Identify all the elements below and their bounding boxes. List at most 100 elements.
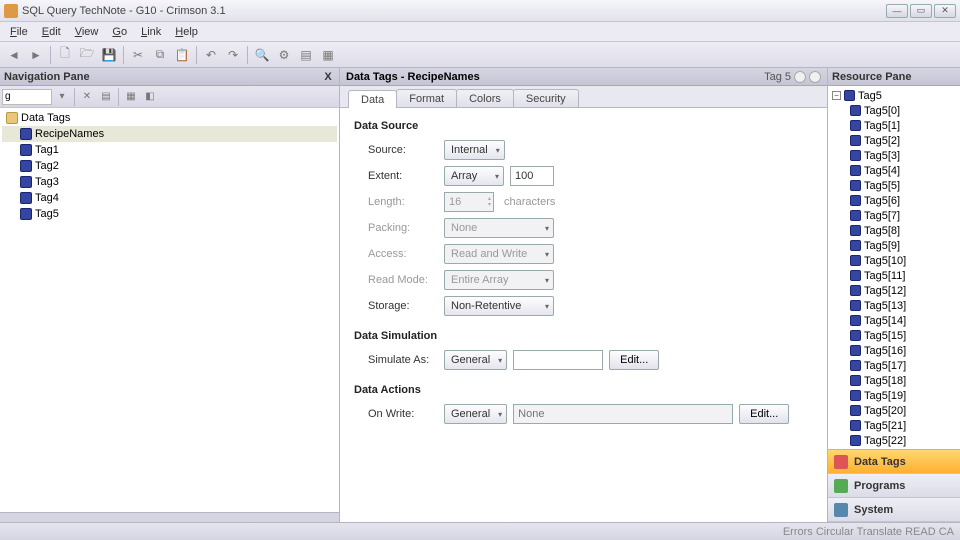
tool2-icon[interactable]: ▤: [296, 45, 316, 65]
tag-icon: [850, 285, 861, 296]
nav-t2-icon[interactable]: ▤: [97, 88, 115, 106]
resource-item[interactable]: Tag5[4]: [830, 163, 958, 178]
minimize-button[interactable]: —: [886, 4, 908, 18]
tag-icon: [850, 435, 861, 446]
maximize-button[interactable]: ▭: [910, 4, 932, 18]
nav-filter-input[interactable]: [2, 89, 52, 105]
menu-help[interactable]: Help: [169, 24, 204, 40]
nav-tree-root[interactable]: Data Tags: [2, 110, 337, 126]
simulate-input[interactable]: [513, 350, 603, 370]
resource-item[interactable]: Tag5[5]: [830, 178, 958, 193]
paste-icon[interactable]: 📋: [172, 45, 192, 65]
resource-item[interactable]: Tag5[15]: [830, 328, 958, 343]
nav-t4-icon[interactable]: ◧: [141, 88, 159, 106]
nav-pane-header: Navigation Pane X: [0, 68, 339, 86]
resource-item[interactable]: Tag5[2]: [830, 133, 958, 148]
folder-icon: [6, 112, 18, 124]
collapse-icon[interactable]: −: [832, 91, 841, 100]
menu-edit[interactable]: Edit: [36, 24, 67, 40]
close-button[interactable]: ✕: [934, 4, 956, 18]
resource-item[interactable]: Tag5[9]: [830, 238, 958, 253]
nav-item-tag4[interactable]: Tag4: [2, 190, 337, 206]
save-icon[interactable]: 💾: [99, 45, 119, 65]
tool3-icon[interactable]: ▦: [318, 45, 338, 65]
resource-item[interactable]: Tag5[6]: [830, 193, 958, 208]
tag-icon: [850, 405, 861, 416]
nav-item-tag5[interactable]: Tag5: [2, 206, 337, 222]
resource-item[interactable]: Tag5[17]: [830, 358, 958, 373]
tag-icon: [850, 180, 861, 191]
resource-item[interactable]: Tag5[18]: [830, 373, 958, 388]
nav-tool-icon[interactable]: ▾: [53, 88, 71, 106]
nav-pane-title: Navigation Pane: [4, 71, 90, 83]
resource-item[interactable]: Tag5[14]: [830, 313, 958, 328]
nav-new-icon[interactable]: ✕: [78, 88, 96, 106]
resource-item[interactable]: Tag5[7]: [830, 208, 958, 223]
tag-icon: [850, 330, 861, 341]
resource-item[interactable]: Tag5[8]: [830, 223, 958, 238]
resource-tree[interactable]: −Tag5Tag5[0]Tag5[1]Tag5[2]Tag5[3]Tag5[4]…: [828, 86, 960, 449]
tag-icon: [850, 210, 861, 221]
undo-icon[interactable]: ↶: [201, 45, 221, 65]
resource-cat-programs[interactable]: Programs: [828, 474, 960, 498]
resource-cat-data-tags[interactable]: Data Tags: [828, 450, 960, 474]
copy-icon[interactable]: ⧉: [150, 45, 170, 65]
tab-security[interactable]: Security: [513, 89, 579, 107]
nav-tree[interactable]: Data TagsRecipeNamesTag1Tag2Tag3Tag4Tag5: [0, 108, 339, 512]
resource-item[interactable]: Tag5[0]: [830, 103, 958, 118]
tag-icon: [850, 195, 861, 206]
extent-input[interactable]: [510, 166, 554, 186]
resource-item[interactable]: Tag5[22]: [830, 433, 958, 448]
open-icon[interactable]: 🗁: [77, 45, 97, 65]
storage-dropdown[interactable]: Non-Retentive: [444, 296, 554, 316]
menu-view[interactable]: View: [69, 24, 105, 40]
resource-item[interactable]: Tag5[20]: [830, 403, 958, 418]
nav-item-recipenames[interactable]: RecipeNames: [2, 126, 337, 142]
onwrite-edit-button[interactable]: Edit...: [739, 404, 789, 424]
tag-icon: [20, 128, 32, 140]
header-ico2[interactable]: [809, 71, 821, 83]
section-data-source: Data Source: [354, 120, 813, 132]
resource-item[interactable]: Tag5[1]: [830, 118, 958, 133]
source-dropdown[interactable]: Internal: [444, 140, 505, 160]
tag-icon: [20, 176, 32, 188]
back-icon[interactable]: ◄: [4, 45, 24, 65]
nav-pane-close-icon[interactable]: X: [321, 70, 335, 84]
onwrite-dropdown[interactable]: General: [444, 404, 507, 424]
forward-icon[interactable]: ►: [26, 45, 46, 65]
nav-item-tag2[interactable]: Tag2: [2, 158, 337, 174]
tool-icon[interactable]: ⚙: [274, 45, 294, 65]
resource-cat-system[interactable]: System: [828, 498, 960, 522]
find-icon[interactable]: 🔍: [252, 45, 272, 65]
menu-link[interactable]: Link: [135, 24, 167, 40]
resource-item[interactable]: Tag5[16]: [830, 343, 958, 358]
tab-format[interactable]: Format: [396, 89, 457, 107]
nav-item-tag3[interactable]: Tag3: [2, 174, 337, 190]
tag-icon: [850, 135, 861, 146]
menu-go[interactable]: Go: [106, 24, 133, 40]
resource-item[interactable]: Tag5[11]: [830, 268, 958, 283]
simulate-edit-button[interactable]: Edit...: [609, 350, 659, 370]
simulate-dropdown[interactable]: General: [444, 350, 507, 370]
new-icon[interactable]: 🗋: [55, 45, 75, 65]
resource-item[interactable]: Tag5[3]: [830, 148, 958, 163]
resource-item[interactable]: Tag5[10]: [830, 253, 958, 268]
nav-t3-icon[interactable]: ▦: [122, 88, 140, 106]
nav-scrollbar[interactable]: [0, 512, 339, 522]
resource-item[interactable]: Tag5[13]: [830, 298, 958, 313]
nav-item-tag1[interactable]: Tag1: [2, 142, 337, 158]
header-ico1[interactable]: [794, 71, 806, 83]
redo-icon[interactable]: ↷: [223, 45, 243, 65]
resource-item[interactable]: Tag5[19]: [830, 388, 958, 403]
resource-item[interactable]: Tag5[12]: [830, 283, 958, 298]
onwrite-input[interactable]: [513, 404, 733, 424]
tab-data[interactable]: Data: [348, 90, 397, 108]
menu-file[interactable]: File: [4, 24, 34, 40]
extent-dropdown[interactable]: Array: [444, 166, 504, 186]
tag-icon: [850, 225, 861, 236]
cut-icon[interactable]: ✂: [128, 45, 148, 65]
resource-item[interactable]: Tag5[21]: [830, 418, 958, 433]
section-data-actions: Data Actions: [354, 384, 813, 396]
resource-root[interactable]: −Tag5: [830, 88, 958, 103]
tab-colors[interactable]: Colors: [456, 89, 514, 107]
